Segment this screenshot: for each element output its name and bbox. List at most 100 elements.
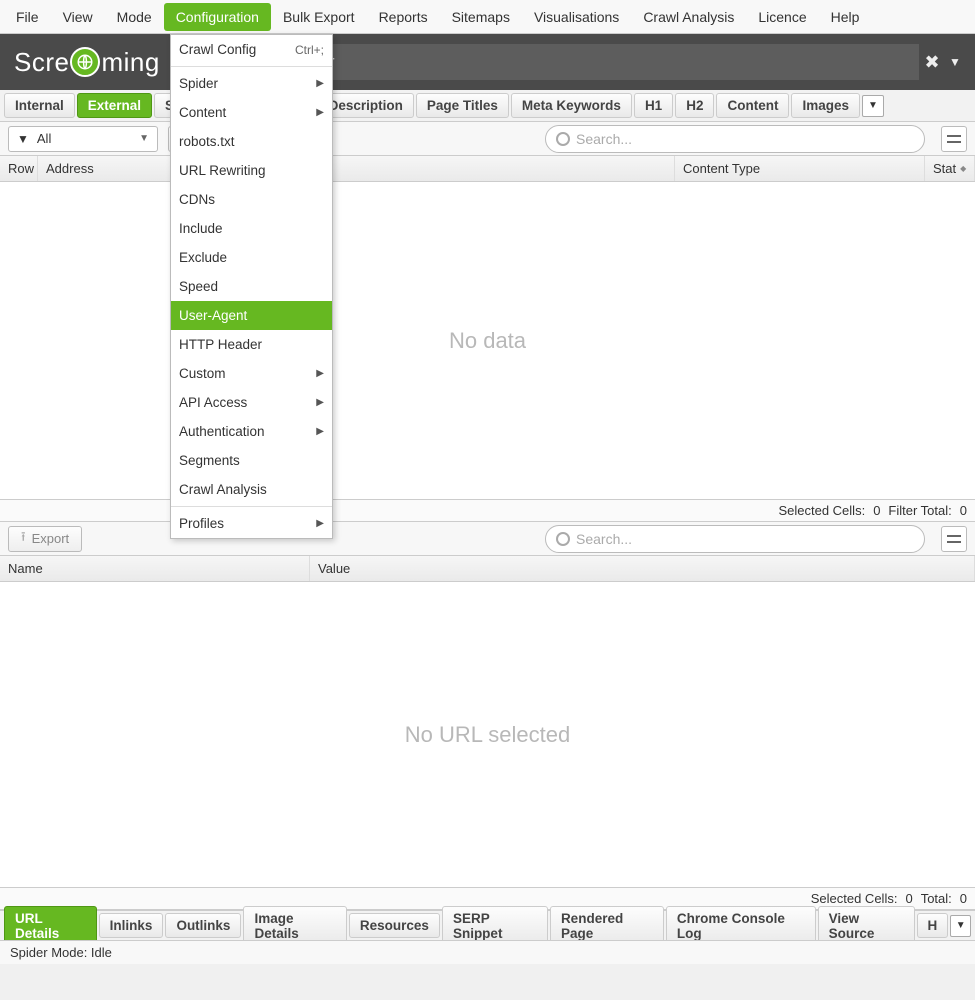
search-box-lower[interactable] (545, 525, 925, 553)
tab-meta-keywords[interactable]: Meta Keywords (511, 93, 632, 118)
menu-mode[interactable]: Mode (105, 3, 164, 31)
tabs-overflow-button[interactable]: ▼ (862, 95, 884, 117)
menu-file[interactable]: File (4, 3, 51, 31)
search-box[interactable] (545, 125, 925, 153)
total-label: Total: (921, 891, 952, 906)
chevron-right-icon: ▶ (316, 78, 324, 89)
menu-item-include[interactable]: Include (171, 214, 332, 243)
bottom-tab-resources[interactable]: Resources (349, 913, 440, 938)
grid-header-top: Row Address Content Type Stat (0, 156, 975, 182)
bottom-tab-inlinks[interactable]: Inlinks (99, 913, 164, 938)
status-bar: Spider Mode: Idle (0, 940, 975, 964)
top-tabs: InternalExternalSecurityURLMeta Descript… (0, 90, 975, 122)
search-settings-button[interactable] (941, 126, 967, 152)
col-value[interactable]: Value (310, 556, 975, 581)
col-address[interactable]: Address (38, 156, 675, 181)
menu-item-exclude[interactable]: Exclude (171, 243, 332, 272)
spider-mode-label: Spider Mode: Idle (10, 945, 112, 960)
chevron-right-icon: ▶ (316, 518, 324, 529)
bottom-tab-outlinks[interactable]: Outlinks (165, 913, 241, 938)
selected-cells-value: 0 (905, 891, 912, 906)
search-icon (556, 532, 570, 546)
filter-total-value: 0 (960, 503, 967, 518)
details-grid-body: No URL selected (0, 582, 975, 888)
filter-label: All (29, 131, 139, 146)
chevron-right-icon: ▶ (316, 397, 324, 408)
chevron-right-icon: ▶ (316, 426, 324, 437)
menu-item-url-rewriting[interactable]: URL Rewriting (171, 156, 332, 185)
filter-total-label: Filter Total: (888, 503, 951, 518)
tab-page-titles[interactable]: Page Titles (416, 93, 509, 118)
menu-bulk-export[interactable]: Bulk Export (271, 3, 367, 31)
tab-h2[interactable]: H2 (675, 93, 714, 118)
selected-cells-label: Selected Cells: (778, 503, 865, 518)
search-input[interactable] (576, 131, 914, 147)
menu-item-spider[interactable]: Spider▶ (171, 69, 332, 98)
menu-view[interactable]: View (51, 3, 105, 31)
menu-item-content[interactable]: Content▶ (171, 98, 332, 127)
tab-h1[interactable]: H1 (634, 93, 673, 118)
no-data-label: No data (449, 328, 526, 354)
tab-external[interactable]: External (77, 93, 152, 118)
toolbar-top: ▼ All ▼ ⭱ Export (0, 122, 975, 156)
menu-item-profiles[interactable]: Profiles▶ (171, 509, 332, 538)
grid-header-lower: Name Value (0, 556, 975, 582)
menu-item-authentication[interactable]: Authentication▶ (171, 417, 332, 446)
export-button-lower[interactable]: ⭱ Export (8, 526, 82, 552)
close-icon[interactable]: ✖ (919, 52, 945, 73)
tab-images[interactable]: Images (791, 93, 860, 118)
main-grid-body: No data (0, 182, 975, 500)
tab-internal[interactable]: Internal (4, 93, 75, 118)
menu-help[interactable]: Help (819, 3, 872, 31)
logo-text-pre: Scre (14, 47, 69, 78)
bottom-tabs: URL DetailsInlinksOutlinksImage DetailsR… (0, 910, 975, 940)
menu-licence[interactable]: Licence (746, 3, 818, 31)
logo-text-post: ming (101, 47, 159, 78)
url-bar: Scre ming ✖ ▼ (0, 34, 975, 90)
sliders-icon (947, 533, 961, 545)
menu-crawl-analysis[interactable]: Crawl Analysis (631, 3, 746, 31)
bottom-tabs-overflow-button[interactable]: ▼ (950, 915, 971, 937)
menu-visualisations[interactable]: Visualisations (522, 3, 631, 31)
bottom-tab-h[interactable]: H (917, 913, 949, 938)
menu-item-custom[interactable]: Custom▶ (171, 359, 332, 388)
globe-icon (70, 47, 100, 77)
menu-item-robots-txt[interactable]: robots.txt (171, 127, 332, 156)
menu-item-segments[interactable]: Segments (171, 446, 332, 475)
search-input-lower[interactable] (576, 531, 914, 547)
col-content-type[interactable]: Content Type (675, 156, 925, 181)
configuration-dropdown: Crawl ConfigCtrl+; Spider▶Content▶robots.… (170, 34, 333, 539)
menu-configuration[interactable]: Configuration (164, 3, 271, 31)
menu-item-api-access[interactable]: API Access▶ (171, 388, 332, 417)
total-value: 0 (960, 891, 967, 906)
menu-item-http-header[interactable]: HTTP Header (171, 330, 332, 359)
funnel-icon: ▼ (17, 132, 29, 146)
menu-item-crawl-config[interactable]: Crawl ConfigCtrl+; (171, 35, 332, 64)
selected-cells-label: Selected Cells: (811, 891, 898, 906)
menu-separator (171, 66, 332, 67)
search-settings-button-lower[interactable] (941, 526, 967, 552)
filter-select[interactable]: ▼ All ▼ (8, 126, 158, 152)
upload-icon: ⭱ (21, 528, 26, 550)
menu-item-cdns[interactable]: CDNs (171, 185, 332, 214)
menu-reports[interactable]: Reports (367, 3, 440, 31)
no-url-label: No URL selected (405, 722, 570, 748)
url-dropdown-caret-icon[interactable]: ▼ (945, 55, 965, 69)
selected-cells-value: 0 (873, 503, 880, 518)
search-icon (556, 132, 570, 146)
col-name[interactable]: Name (0, 556, 310, 581)
menu-item-user-agent[interactable]: User-Agent (171, 301, 332, 330)
toolbar-lower: ⭱ Export (0, 522, 975, 556)
menu-item-crawl-analysis[interactable]: Crawl Analysis (171, 475, 332, 504)
col-row[interactable]: Row (0, 156, 38, 181)
menu-item-speed[interactable]: Speed (171, 272, 332, 301)
sliders-icon (947, 133, 961, 145)
col-status[interactable]: Stat (925, 156, 975, 181)
tab-content[interactable]: Content (716, 93, 789, 118)
chevron-down-icon: ▼ (139, 133, 149, 144)
menu-sitemaps[interactable]: Sitemaps (440, 3, 522, 31)
menubar: FileViewModeConfigurationBulk ExportRepo… (0, 0, 975, 34)
chevron-right-icon: ▶ (316, 107, 324, 118)
app-logo: Scre ming (0, 47, 174, 78)
menu-separator (171, 506, 332, 507)
